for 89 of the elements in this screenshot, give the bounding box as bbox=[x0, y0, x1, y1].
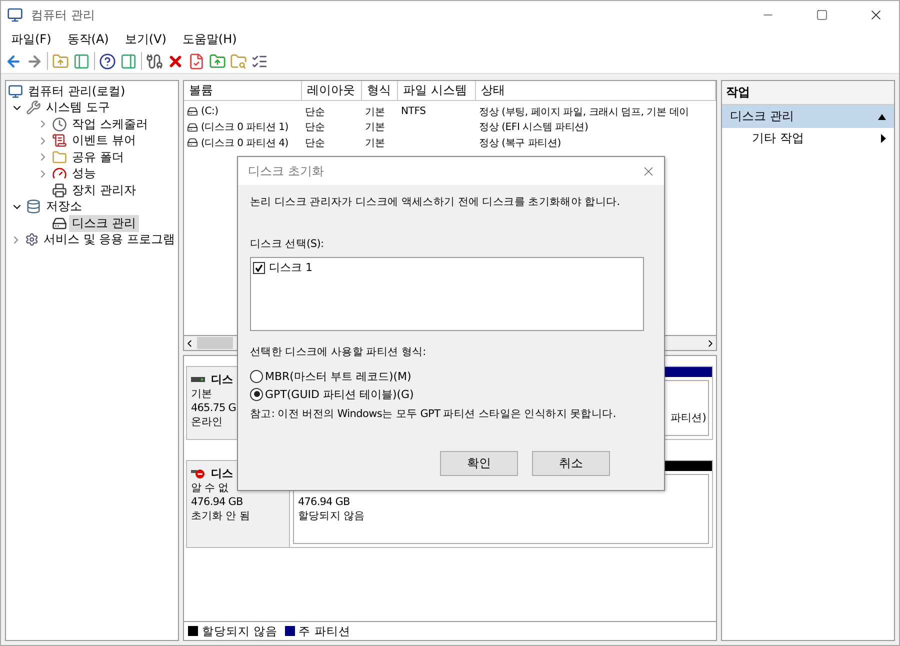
pane-title: 작업 bbox=[722, 81, 894, 105]
plug-icon[interactable] bbox=[146, 52, 163, 70]
table-cell: (C:) bbox=[201, 106, 218, 118]
ok-button[interactable]: 확인 bbox=[440, 451, 518, 476]
menu-item[interactable]: 동작(A) bbox=[61, 30, 115, 48]
dialog-title: 디스크 초기화 bbox=[248, 162, 324, 180]
properties-icon[interactable] bbox=[188, 52, 205, 70]
tree-item[interactable]: 작업 스케줄러 bbox=[69, 116, 151, 133]
device-icon bbox=[52, 182, 67, 198]
table-cell-text: (디스크 0 파티션 4) bbox=[201, 136, 288, 150]
tree-item[interactable]: 성능 bbox=[69, 165, 99, 182]
column-header[interactable]: 상태 bbox=[476, 81, 716, 101]
partition-info: 파티션) bbox=[670, 411, 706, 425]
folder-up-icon[interactable] bbox=[52, 52, 69, 70]
legend-label: 할당되지 않음 bbox=[202, 624, 278, 638]
drive-icon bbox=[187, 122, 198, 133]
help-icon[interactable] bbox=[99, 52, 116, 70]
disk-info: 알 수 없 bbox=[191, 481, 229, 495]
collapse-icon bbox=[878, 114, 886, 120]
disk-info: 기본 bbox=[191, 387, 212, 401]
disk-name: 디스 bbox=[211, 373, 233, 387]
table-cell-text: 정상 (EFI 시스템 파티션) bbox=[479, 121, 588, 134]
column-header[interactable]: 레이아웃 bbox=[302, 81, 362, 101]
tree-item[interactable]: 컴퓨터 관리(로컬) bbox=[25, 82, 128, 100]
back-icon[interactable] bbox=[5, 52, 22, 70]
drive-icon bbox=[187, 137, 198, 148]
radio-option[interactable]: GPT(GUID 파티션 테이블)(G) bbox=[250, 385, 414, 403]
log-icon bbox=[52, 133, 67, 148]
partition-info: 476.94 GB bbox=[298, 495, 350, 509]
table-cell-text: 정상 (복구 파티션) bbox=[479, 136, 561, 150]
field-label: 디스크 선택(S): bbox=[250, 237, 324, 251]
action-item[interactable]: 기타 작업 bbox=[722, 128, 894, 149]
list-item[interactable]: 디스크 1 bbox=[269, 260, 312, 275]
table-cell-text: 기본 bbox=[365, 106, 385, 119]
table-cell-text: 단순 bbox=[305, 106, 325, 119]
app-icon bbox=[7, 7, 23, 23]
menu-item[interactable]: 도움말(H) bbox=[176, 30, 243, 48]
table-cell-text: 정상 (부팅, 페이지 파일, 크래시 덤프, 기본 데이 bbox=[479, 106, 689, 119]
note-text: 참고: 이전 버전의 Windows는 모두 GPT 파티션 스타일은 인식하지 못합니다. bbox=[250, 407, 616, 421]
disk-info: 476.94 GB bbox=[191, 495, 243, 509]
table-cell-text: 기본 bbox=[365, 121, 385, 134]
column-header[interactable]: 형식 bbox=[362, 81, 398, 101]
checkbox[interactable] bbox=[253, 262, 265, 274]
column-header[interactable]: 볼륨 bbox=[184, 81, 302, 101]
cancel-button[interactable]: 취소 bbox=[532, 451, 610, 476]
table-cell-text: (디스크 0 파티션 1) bbox=[201, 121, 288, 134]
submenu-arrow-icon bbox=[881, 134, 886, 143]
tree-item[interactable]: 서비스 및 응용 프로그램 bbox=[40, 231, 178, 248]
menu-item[interactable]: 보기(V) bbox=[118, 30, 172, 48]
panel-icon[interactable] bbox=[73, 52, 90, 70]
table-cell: NTFS bbox=[401, 106, 426, 118]
scrollbar-thumb[interactable] bbox=[197, 337, 233, 349]
delete-icon[interactable] bbox=[167, 52, 184, 70]
dialog-message: 논리 디스크 관리자가 디스크에 액세스하기 전에 디스크를 초기화해야 합니다. bbox=[250, 195, 620, 209]
disk-info: 465.75 G bbox=[191, 401, 236, 415]
tree-item[interactable]: 장치 관리자 bbox=[69, 182, 139, 199]
legend-label: 주 파티션 bbox=[298, 624, 350, 638]
field-label: 선택한 디스크에 사용할 파티션 형식: bbox=[250, 345, 426, 359]
tree-item[interactable]: 공유 폴더 bbox=[69, 148, 127, 166]
column-header[interactable]: 파일 시스템 bbox=[398, 81, 476, 101]
wrench-icon bbox=[26, 100, 41, 116]
tree-item[interactable]: 이벤트 뷰어 bbox=[69, 132, 139, 150]
table-cell-text: 기본 bbox=[365, 136, 385, 150]
table-cell-text: 단순 bbox=[305, 136, 325, 150]
window-title: 컴퓨터 관리 bbox=[31, 6, 96, 24]
disk-info: 초기화 안 됨 bbox=[191, 509, 250, 523]
gear-icon bbox=[24, 232, 39, 248]
tree-item[interactable]: 저장소 bbox=[43, 198, 85, 216]
tree-item[interactable]: 시스템 도구 bbox=[43, 99, 113, 116]
maximize-icon[interactable] bbox=[816, 9, 828, 21]
computer-icon bbox=[8, 84, 23, 99]
folder-up-icon[interactable] bbox=[209, 52, 226, 70]
tree-item[interactable]: 디스크 관리 bbox=[69, 214, 139, 232]
clock-icon bbox=[52, 116, 67, 132]
disk-error-icon bbox=[191, 468, 205, 480]
menu-item[interactable]: 파일(F) bbox=[5, 30, 58, 48]
radio-button[interactable] bbox=[250, 370, 263, 382]
partition-info: 할당되지 않음 bbox=[298, 509, 365, 523]
drive-icon bbox=[187, 106, 198, 118]
table-cell-text: 단순 bbox=[305, 121, 325, 134]
action-section[interactable]: 디스크 관리 bbox=[722, 105, 894, 128]
disk-info: 온라인 bbox=[191, 415, 223, 429]
forward-icon[interactable] bbox=[26, 52, 43, 70]
disk-name: 디스 bbox=[211, 467, 233, 481]
gauge-icon bbox=[52, 166, 67, 182]
radio-option[interactable]: MBR(마스터 부트 레코드)(M) bbox=[250, 367, 414, 385]
storage-icon bbox=[26, 199, 41, 214]
radio-button[interactable] bbox=[250, 388, 263, 400]
folder-icon bbox=[52, 150, 67, 165]
